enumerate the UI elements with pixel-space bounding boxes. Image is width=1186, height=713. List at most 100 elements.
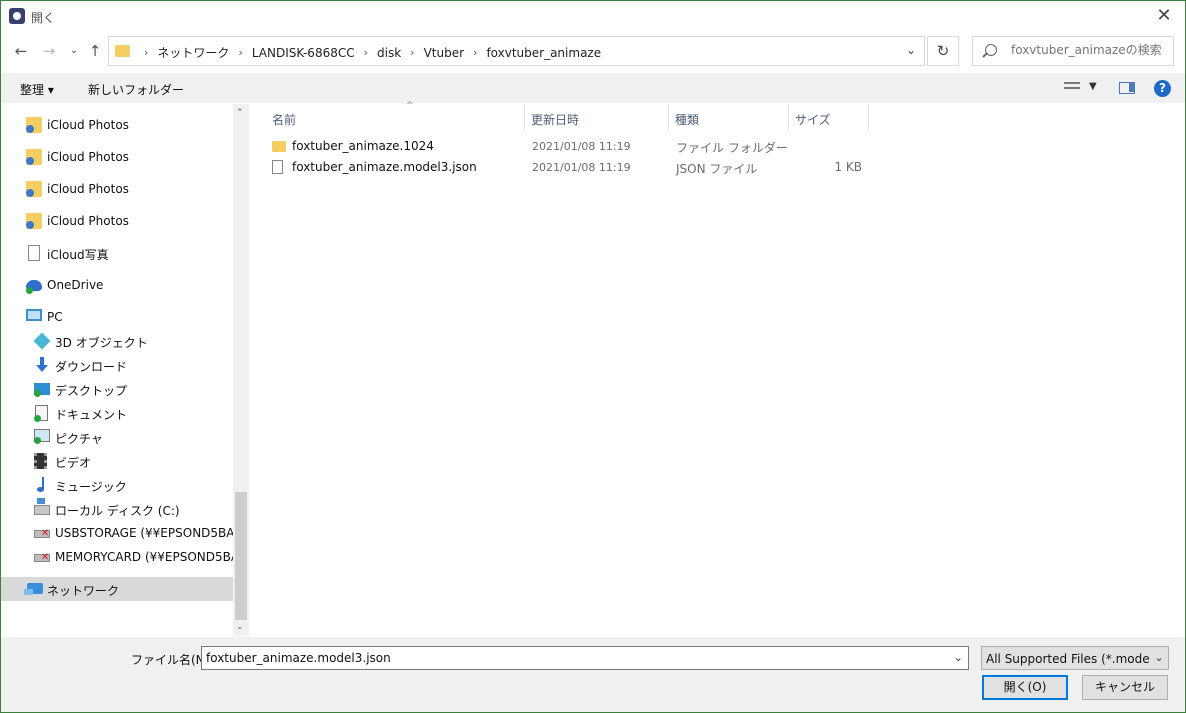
forward-arrow-icon[interactable]: → xyxy=(39,41,59,61)
breadcrumb-item[interactable]: ネットワーク xyxy=(157,44,229,61)
sidebar-item-desktop[interactable]: デスクトップ xyxy=(1,377,233,401)
file-row[interactable]: foxtuber_animaze.model3.json 2021/01/08 … xyxy=(270,157,870,177)
breadcrumb-separator-icon[interactable]: › xyxy=(364,46,368,59)
sidebar-item-music[interactable]: ミュージック xyxy=(1,473,233,497)
cancel-button[interactable]: キャンセル xyxy=(1082,675,1168,700)
icloud-photos-icon xyxy=(26,117,42,133)
icloud-photos-icon xyxy=(26,149,42,165)
desktop-icon xyxy=(34,383,50,397)
file-icon xyxy=(272,160,283,174)
file-date: 2021/01/08 11:19 xyxy=(532,161,631,174)
organize-button[interactable]: 整理 ▾ xyxy=(20,81,54,98)
column-header-size[interactable]: サイズ xyxy=(789,104,869,130)
filename-field[interactable]: ⌄ xyxy=(201,646,969,670)
new-folder-button[interactable]: 新しいフォルダー xyxy=(88,81,184,98)
file-row[interactable]: foxtuber_animaze.1024 2021/01/08 11:19 フ… xyxy=(270,136,870,156)
videos-icon xyxy=(34,453,47,469)
sidebar-item-local-disk[interactable]: ローカル ディスク (C:) xyxy=(1,497,233,521)
column-header-type[interactable]: 種類 xyxy=(669,104,789,130)
sidebar-item-usbstorage[interactable]: USBSTORAGE (¥¥EPSOND5BA32) ( xyxy=(1,521,233,545)
breadcrumb-separator-icon[interactable]: › xyxy=(144,46,148,59)
sidebar-item-pictures[interactable]: ピクチャ xyxy=(1,425,233,449)
network-drive-disconnected-icon xyxy=(34,528,50,539)
breadcrumb-item[interactable]: disk xyxy=(377,46,401,60)
search-icon xyxy=(985,44,997,56)
filetype-value: All Supported Files (*.model3.js xyxy=(986,652,1169,666)
sidebar-item-label: ローカル ディスク (C:) xyxy=(55,504,180,518)
back-arrow-icon[interactable]: ← xyxy=(11,41,31,61)
filetype-dropdown-chevron-icon[interactable]: ⌄ xyxy=(1150,647,1168,669)
sidebar-item-3d-objects[interactable]: 3D オブジェクト xyxy=(1,329,233,353)
sidebar-item-label: iCloud Photos xyxy=(47,150,129,164)
breadcrumb-separator-icon[interactable]: › xyxy=(473,46,477,59)
filetype-select[interactable]: All Supported Files (*.model3.js ⌄ xyxy=(981,646,1169,670)
refresh-icon[interactable]: ↻ xyxy=(927,36,959,66)
sidebar-item-icloud-photos[interactable]: iCloud Photos xyxy=(1,177,233,201)
local-disk-icon xyxy=(34,498,50,515)
view-dropdown-chevron-icon[interactable]: ▼ xyxy=(1089,81,1097,92)
sidebar-item-documents[interactable]: ドキュメント xyxy=(1,401,233,425)
icloud-photos-icon xyxy=(26,181,42,197)
pictures-icon xyxy=(34,429,50,444)
breadcrumb-item[interactable]: LANDISK-6868CC xyxy=(252,46,355,60)
recent-locations-chevron-icon[interactable]: ⌄ xyxy=(64,41,84,61)
sidebar-item-label: ピクチャ xyxy=(55,432,103,446)
sidebar-item-icloud-shashin[interactable]: iCloud写真 xyxy=(1,241,233,265)
sidebar-item-label: ダウンロード xyxy=(55,360,128,374)
scroll-up-icon[interactable]: ⌃ xyxy=(236,108,244,118)
sidebar-item-label: iCloud写真 xyxy=(47,248,109,262)
sidebar-item-memorycard[interactable]: MEMORYCARD (¥¥EPSOND5BA32 xyxy=(1,545,233,569)
breadcrumb-item[interactable]: Vtuber xyxy=(424,46,464,60)
close-icon[interactable]: ✕ xyxy=(1151,3,1177,29)
address-bar[interactable]: › ネットワーク › LANDISK-6868CC › disk › Vtube… xyxy=(108,36,925,66)
search-input[interactable] xyxy=(1011,43,1171,57)
sidebar-item-pc[interactable]: PC xyxy=(1,305,233,329)
sidebar-item-icloud-photos[interactable]: iCloud Photos xyxy=(1,209,233,233)
sidebar-item-label: USBSTORAGE (¥¥EPSOND5BA32) ( xyxy=(55,526,233,540)
breadcrumb-separator-icon[interactable]: › xyxy=(410,46,414,59)
sidebar-item-label: ビデオ xyxy=(55,456,92,470)
sidebar-item-icloud-photos[interactable]: iCloud Photos xyxy=(1,113,233,137)
folder-icon xyxy=(115,45,130,57)
sidebar-item-network[interactable]: ネットワーク xyxy=(1,577,233,601)
search-box[interactable] xyxy=(972,36,1174,66)
preview-pane-icon[interactable] xyxy=(1119,82,1135,94)
network-icon xyxy=(24,583,43,595)
file-date: 2021/01/08 11:19 xyxy=(532,140,631,153)
sidebar-item-icloud-photos[interactable]: iCloud Photos xyxy=(1,145,233,169)
scrollbar-thumb[interactable] xyxy=(235,492,247,620)
file-type: JSON ファイル xyxy=(676,162,758,176)
open-button[interactable]: 開く(O) xyxy=(982,675,1068,700)
sidebar-item-downloads[interactable]: ダウンロード xyxy=(1,353,233,377)
command-bar: 整理 ▾ 新しいフォルダー ▼ ? xyxy=(1,73,1185,103)
breadcrumb-item[interactable]: foxvtuber_animaze xyxy=(486,46,601,60)
sort-ascending-icon: ^ xyxy=(406,101,414,111)
sidebar-item-label: iCloud Photos xyxy=(47,182,129,196)
sidebar-item-onedrive[interactable]: OneDrive xyxy=(1,273,233,297)
sidebar-scrollbar[interactable]: ⌃ ⌄ xyxy=(233,104,249,636)
sidebar-item-label: iCloud Photos xyxy=(47,118,129,132)
sidebar-item-label: ミュージック xyxy=(55,480,127,494)
3d-objects-icon xyxy=(33,332,51,350)
navigation-bar: ← → ⌄ ↑ › ネットワーク › LANDISK-6868CC › disk… xyxy=(1,33,1185,71)
file-list: 名前 ^ 更新日時 種類 サイズ foxtuber_animaze.1024 2… xyxy=(250,101,1185,636)
address-dropdown-chevron-icon[interactable]: ⌄ xyxy=(906,43,916,57)
breadcrumb-separator-icon[interactable]: › xyxy=(238,46,242,59)
icloud-photos-icon xyxy=(26,213,42,229)
breadcrumb: › ネットワーク › LANDISK-6868CC › disk › Vtube… xyxy=(135,44,601,61)
filename-dropdown-chevron-icon[interactable]: ⌄ xyxy=(954,651,963,664)
help-icon[interactable]: ? xyxy=(1154,80,1171,97)
folder-icon xyxy=(272,141,286,152)
column-header-date[interactable]: 更新日時 xyxy=(525,104,669,130)
scroll-down-icon[interactable]: ⌄ xyxy=(236,622,244,632)
filename-input[interactable] xyxy=(206,651,946,665)
network-drive-disconnected-icon xyxy=(34,552,50,563)
up-arrow-icon[interactable]: ↑ xyxy=(85,41,105,61)
sidebar-item-videos[interactable]: ビデオ xyxy=(1,449,233,473)
column-header-name[interactable]: 名前 ^ xyxy=(266,101,525,130)
file-size: 1 KB xyxy=(834,160,862,174)
pc-icon xyxy=(26,309,42,321)
window-title: 開く xyxy=(31,11,56,25)
sidebar-item-label: iCloud Photos xyxy=(47,214,129,228)
view-options-icon[interactable] xyxy=(1064,82,1080,94)
